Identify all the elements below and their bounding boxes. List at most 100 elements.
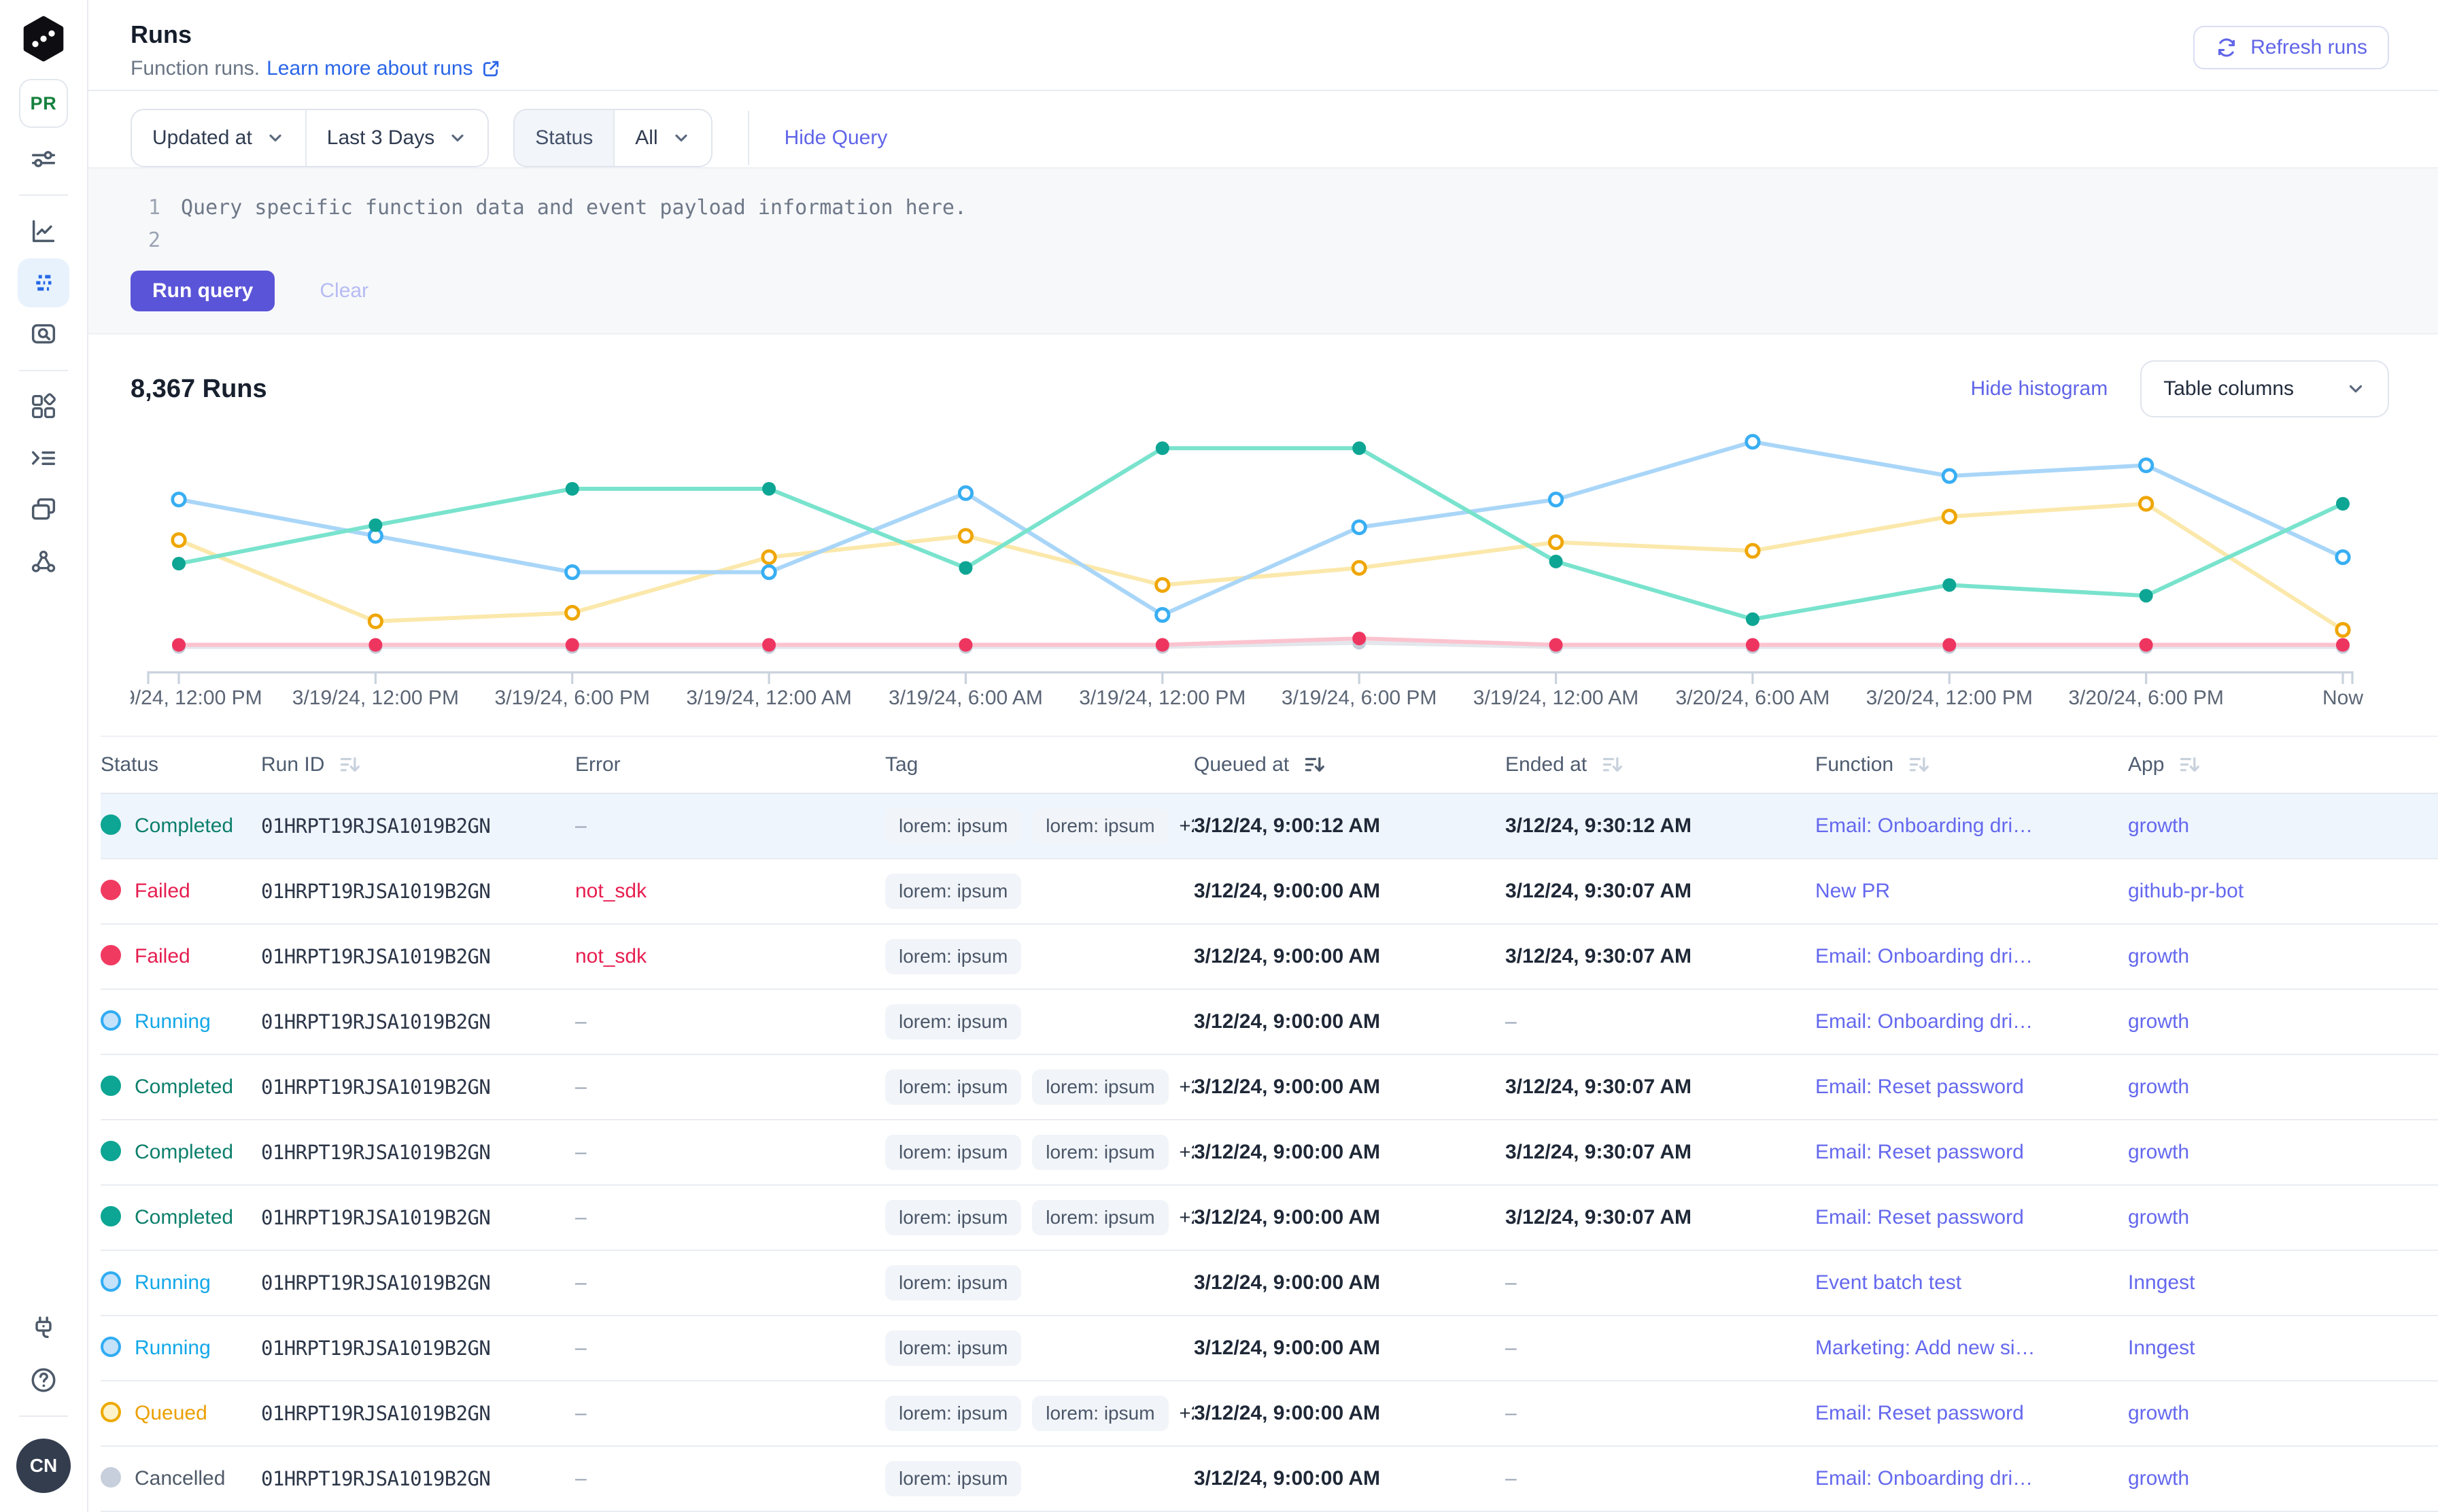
data-point-queued: [1549, 536, 1562, 548]
app-link[interactable]: growth: [2128, 1467, 2189, 1490]
function-link[interactable]: Email: Onboarding dri…: [1815, 1010, 2033, 1033]
table-row[interactable]: Running 01HRPT19RJSA1019B2GN – lorem: ip…: [101, 1251, 2438, 1316]
column-header-run-id[interactable]: Run ID: [261, 753, 575, 776]
apps-icon[interactable]: [18, 382, 69, 431]
run-id-cell: 01HRPT19RJSA1019B2GN: [261, 1076, 575, 1099]
status-dot: [101, 1402, 121, 1422]
tag-pill: lorem: ipsum: [885, 1135, 1021, 1170]
tag-pill: lorem: ipsum: [1032, 1396, 1168, 1431]
table-columns-dropdown[interactable]: Table columns: [2140, 360, 2389, 417]
table-row[interactable]: Failed 01HRPT19RJSA1019B2GN not_sdk lore…: [101, 925, 2438, 990]
data-point-failed: [2140, 638, 2153, 652]
function-link[interactable]: Email: Onboarding dri…: [1815, 945, 2033, 967]
line-number: 2: [139, 224, 160, 257]
function-link[interactable]: Event batch test: [1815, 1271, 1961, 1294]
table-row[interactable]: Completed 01HRPT19RJSA1019B2GN – lorem: …: [101, 794, 2438, 859]
x-axis-label: 3/19/24, 12:00 PM: [131, 687, 262, 709]
status-label: Failed: [135, 880, 190, 902]
chevron-down-icon: [2346, 379, 2366, 399]
app-link[interactable]: growth: [2128, 1206, 2189, 1228]
status-cell: Failed: [101, 945, 261, 968]
app-link[interactable]: growth: [2128, 814, 2189, 837]
query-editor[interactable]: 1 Query specific function data and event…: [88, 167, 2438, 334]
data-point-failed: [1549, 638, 1563, 652]
run-query-button[interactable]: Run query: [131, 271, 275, 311]
x-axis-label: Now: [2322, 687, 2363, 709]
app-link[interactable]: github-pr-bot: [2128, 880, 2244, 902]
app-link[interactable]: growth: [2128, 1402, 2189, 1424]
table-row[interactable]: Failed 01HRPT19RJSA1019B2GN not_sdk lore…: [101, 859, 2438, 925]
event-search-icon[interactable]: [18, 310, 69, 359]
table-row[interactable]: Queued 01HRPT19RJSA1019B2GN – lorem: ips…: [101, 1381, 2438, 1447]
queued-at-cell: 3/12/24, 9:00:12 AM: [1194, 814, 1505, 838]
column-header-ended-at[interactable]: Ended at: [1505, 753, 1815, 776]
webhooks-icon[interactable]: [18, 537, 69, 586]
ended-at-cell: 3/12/24, 9:30:07 AM: [1505, 1141, 1815, 1164]
hide-query-link[interactable]: Hide Query: [785, 126, 888, 150]
table-row[interactable]: Running 01HRPT19RJSA1019B2GN – lorem: ip…: [101, 1316, 2438, 1381]
function-link[interactable]: Email: Reset password: [1815, 1402, 2024, 1424]
column-header-function[interactable]: Function: [1815, 753, 2128, 776]
ended-at-cell: 3/12/24, 9:30:07 AM: [1505, 945, 1815, 968]
function-link[interactable]: Email: Reset password: [1815, 1076, 2024, 1098]
environment-badge[interactable]: PR: [19, 79, 68, 128]
function-link[interactable]: New PR: [1815, 880, 1890, 902]
app-root: PR: [0, 0, 2438, 1512]
app-link[interactable]: growth: [2128, 1010, 2189, 1033]
x-axis-label: 3/19/24, 6:00 PM: [494, 687, 650, 709]
tag-more-count: +2: [1180, 1076, 1194, 1098]
table-row[interactable]: Running 01HRPT19RJSA1019B2GN – lorem: ip…: [101, 990, 2438, 1055]
refresh-runs-button[interactable]: Refresh runs: [2193, 26, 2389, 69]
functions-icon[interactable]: [18, 434, 69, 483]
tag-pill: lorem: ipsum: [1032, 1069, 1168, 1105]
function-link[interactable]: Email: Onboarding dri…: [1815, 1467, 2033, 1490]
main-content: Runs Function runs. Learn more about run…: [88, 0, 2438, 1512]
app-link[interactable]: growth: [2128, 945, 2189, 967]
error-cell: –: [575, 1206, 885, 1229]
data-point-completed: [762, 482, 776, 496]
data-point-running: [763, 566, 775, 578]
time-range-dropdown[interactable]: Last 3 Days: [305, 110, 487, 166]
learn-more-link[interactable]: Learn more about runs: [267, 57, 502, 80]
status-filter-label: Status: [515, 110, 613, 166]
data-point-failed: [1942, 638, 1956, 652]
inngest-logo[interactable]: [18, 14, 69, 64]
status-filter-dropdown[interactable]: All: [613, 110, 710, 166]
data-point-failed: [1156, 638, 1169, 652]
function-link[interactable]: Email: Onboarding dri…: [1815, 814, 2033, 837]
x-axis-label: 3/19/24, 12:00 PM: [1079, 687, 1246, 709]
sidebar: PR: [0, 0, 88, 1512]
filters-icon[interactable]: [18, 135, 69, 184]
run-id-cell: 01HRPT19RJSA1019B2GN: [261, 1271, 575, 1294]
function-link[interactable]: Email: Reset password: [1815, 1141, 2024, 1163]
tags-cell: lorem: ipsumlorem: ipsum+2: [885, 1135, 1194, 1170]
metrics-icon[interactable]: [18, 207, 69, 256]
integrations-icon[interactable]: [18, 1304, 69, 1353]
function-link[interactable]: Marketing: Add new si…: [1815, 1337, 2035, 1359]
data-point-failed: [566, 638, 579, 652]
timestamp-field-dropdown[interactable]: Updated at: [132, 110, 305, 166]
run-id-cell: 01HRPT19RJSA1019B2GN: [261, 1337, 575, 1360]
table-row[interactable]: Completed 01HRPT19RJSA1019B2GN – lorem: …: [101, 1186, 2438, 1251]
events-icon[interactable]: [18, 485, 69, 534]
app-link[interactable]: Inngest: [2128, 1337, 2195, 1359]
data-point-running: [2337, 551, 2349, 563]
table-row[interactable]: Completed 01HRPT19RJSA1019B2GN – lorem: …: [101, 1120, 2438, 1186]
app-link[interactable]: growth: [2128, 1076, 2189, 1098]
help-icon[interactable]: [18, 1356, 69, 1405]
table-row[interactable]: Completed 01HRPT19RJSA1019B2GN – lorem: …: [101, 1055, 2438, 1120]
app-link[interactable]: Inngest: [2128, 1271, 2195, 1294]
runs-icon[interactable]: [18, 258, 69, 307]
table-row[interactable]: Cancelled 01HRPT19RJSA1019B2GN – lorem: …: [101, 1447, 2438, 1512]
function-link[interactable]: Email: Reset password: [1815, 1206, 2024, 1228]
clear-query-button[interactable]: Clear: [311, 278, 377, 304]
status-cell: Running: [101, 1010, 261, 1033]
hide-histogram-link[interactable]: Hide histogram: [1970, 377, 2108, 400]
data-point-failed: [1746, 638, 1759, 652]
ended-at-cell: 3/12/24, 9:30:07 AM: [1505, 880, 1815, 903]
function-cell: Email: Reset password: [1815, 1141, 2128, 1164]
app-link[interactable]: growth: [2128, 1141, 2189, 1163]
column-header-app[interactable]: App: [2128, 753, 2438, 776]
user-avatar[interactable]: CN: [16, 1439, 71, 1493]
column-header-queued-at[interactable]: Queued at: [1194, 753, 1505, 776]
